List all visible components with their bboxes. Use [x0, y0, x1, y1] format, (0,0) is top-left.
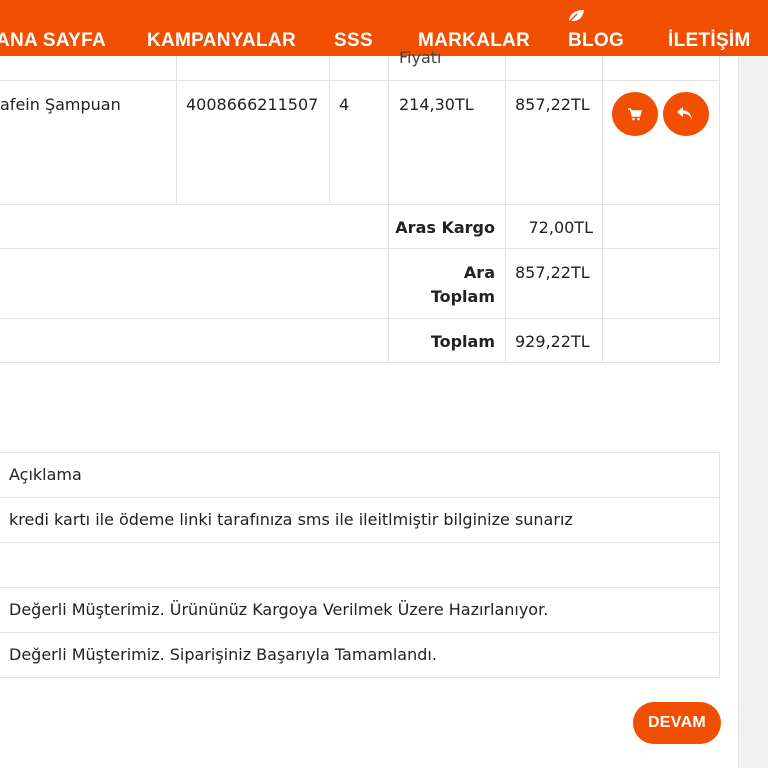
continue-button[interactable]: DEVAM — [633, 702, 721, 744]
note-text: Değerli Müşterimiz. Ürününüz Kargoya Ver… — [9, 600, 549, 619]
page-side-gutter — [738, 56, 768, 768]
order-notes-table: Açıklama kredi kartı ile ödeme linki tar… — [0, 452, 720, 678]
product-quantity: 4 — [339, 95, 350, 114]
note-text: kredi kartı ile ödeme linki tarafınıza s… — [9, 510, 573, 529]
table-divider — [0, 80, 720, 81]
nav-faq[interactable]: SSS — [334, 30, 373, 52]
table-divider — [176, 56, 177, 205]
table-divider — [0, 248, 720, 249]
column-header-unit-price: Fiyatı — [399, 48, 442, 67]
grand-total-label: Toplam — [430, 332, 495, 351]
note-text: Değerli Müşterimiz. Siparişiniz Başarıyl… — [9, 645, 437, 664]
subtotal-label-line1: Ara — [463, 263, 495, 282]
nav-contact[interactable]: İLETİŞİM — [668, 30, 751, 52]
notes-header: Açıklama — [0, 453, 719, 498]
notes-header-label: Açıklama — [9, 465, 82, 484]
list-item: kredi kartı ile ödeme linki tarafınıza s… — [0, 498, 719, 543]
table-divider — [388, 56, 389, 363]
shipping-label: Aras Kargo — [395, 218, 495, 237]
cart-icon — [628, 107, 642, 120]
product-total: 857,22TL — [515, 95, 590, 114]
leaf-icon — [567, 10, 584, 24]
table-divider — [602, 56, 603, 363]
list-item: Değerli Müşterimiz. Ürününüz Kargoya Ver… — [0, 588, 719, 633]
table-divider — [0, 362, 720, 363]
nav-blog[interactable]: BLOG — [568, 30, 624, 52]
nav-campaigns[interactable]: KAMPANYALAR — [147, 30, 296, 52]
product-unit-price: 214,30TL — [399, 95, 474, 114]
add-to-cart-button[interactable] — [612, 92, 658, 136]
table-divider — [505, 56, 506, 363]
reply-icon — [677, 107, 692, 120]
subtotal-label-line2: Toplam — [430, 287, 495, 306]
list-item — [0, 543, 719, 588]
product-name: afein Şampuan — [0, 95, 121, 114]
table-divider — [0, 318, 720, 319]
table-divider — [719, 56, 720, 363]
grand-total-value: 929,22TL — [515, 332, 590, 351]
nav-home[interactable]: ANA SAYFA — [0, 30, 106, 52]
subtotal-value: 857,22TL — [515, 263, 590, 282]
table-divider — [329, 56, 330, 205]
product-barcode: 4008666211507 — [186, 95, 319, 114]
top-navigation: ANA SAYFA KAMPANYALAR SSS MARKALAR BLOG … — [0, 0, 768, 56]
list-item: Değerli Müşterimiz. Siparişiniz Başarıyl… — [0, 633, 719, 677]
table-divider — [0, 204, 720, 205]
return-button[interactable] — [663, 92, 709, 136]
shipping-value: 72,00TL — [528, 218, 594, 237]
